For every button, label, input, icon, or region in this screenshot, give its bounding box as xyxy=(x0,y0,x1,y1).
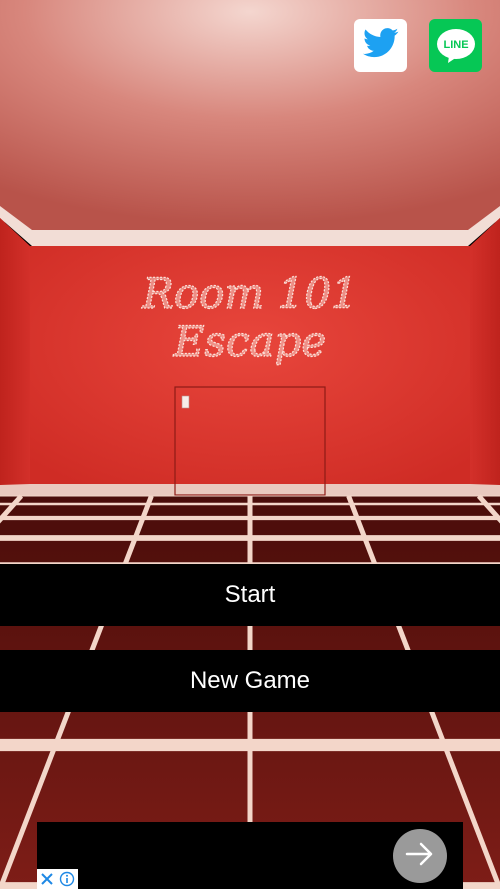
room-scene: Room 101 Escape xyxy=(0,0,500,889)
line-logo-text: LINE xyxy=(443,39,468,51)
start-label: Start xyxy=(224,581,276,608)
ad-arrow-button[interactable] xyxy=(393,829,447,883)
left-wall xyxy=(0,218,30,500)
game-title-line2: Escape xyxy=(173,317,327,366)
arrow-right-icon xyxy=(405,842,435,871)
right-wall xyxy=(470,218,500,500)
ad-choices xyxy=(37,869,78,889)
start-button[interactable]: Start xyxy=(0,564,500,626)
info-icon[interactable] xyxy=(59,871,75,887)
door-switch xyxy=(181,395,190,409)
new-game-label: New Game xyxy=(189,667,311,694)
close-icon[interactable] xyxy=(40,872,54,886)
twitter-bird-icon xyxy=(362,28,399,63)
twitter-share-button[interactable] xyxy=(354,19,407,72)
ad-banner[interactable] xyxy=(37,822,463,889)
line-share-button[interactable]: LINE xyxy=(429,19,482,72)
ceiling xyxy=(0,0,500,236)
game-title-line1: Room 101 xyxy=(141,269,358,318)
line-bubble-icon: LINE xyxy=(436,28,475,63)
new-game-button[interactable]: New Game xyxy=(0,650,500,712)
